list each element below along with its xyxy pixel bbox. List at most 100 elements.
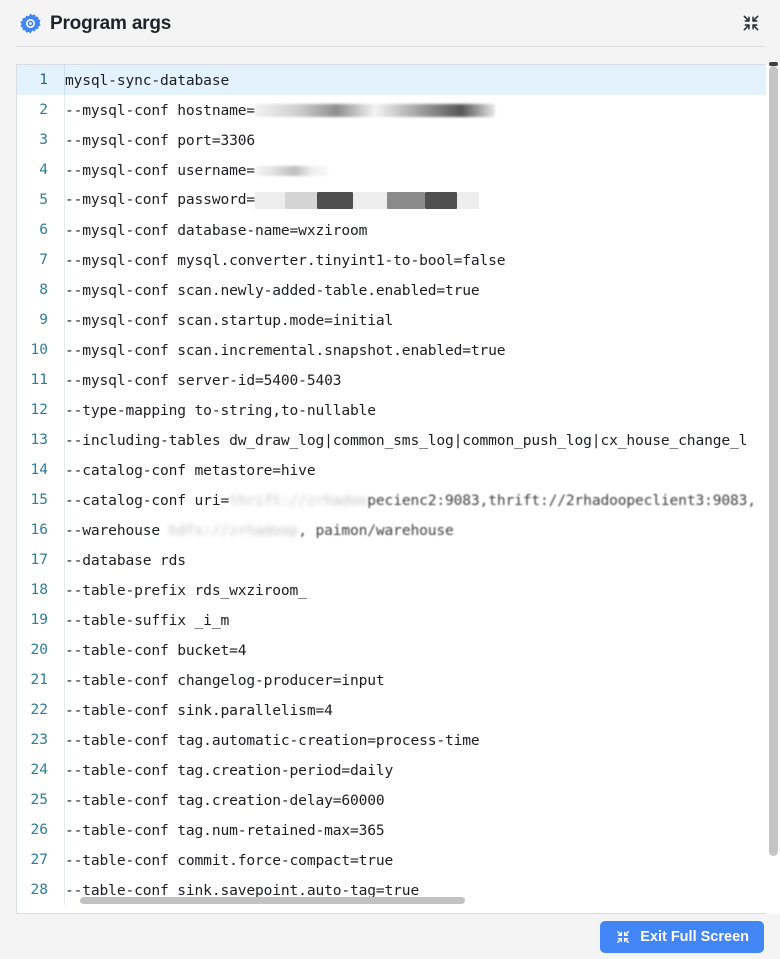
code-line[interactable]: 17 --database rds: [17, 545, 780, 575]
code-line-text: --table-conf bucket=4: [65, 641, 247, 659]
gutter-divider: [64, 875, 65, 905]
code-line-text: --type-mapping to-string,to-nullable: [65, 401, 376, 419]
gutter-divider: [64, 665, 65, 695]
gutter-divider: [64, 245, 65, 275]
code-line[interactable]: 12 --type-mapping to-string,to-nullable: [17, 395, 780, 425]
gutter-divider: [64, 185, 65, 215]
code-line[interactable]: 20 --table-conf bucket=4: [17, 635, 780, 665]
line-number: 10: [30, 342, 48, 358]
line-number: 28: [30, 882, 48, 898]
gutter-divider: [64, 125, 65, 155]
code-line[interactable]: 13 --including-tables dw_draw_log|common_…: [17, 425, 780, 455]
code-line-text: --table-prefix rds_wxziroom_: [65, 581, 307, 599]
gutter-divider: [64, 635, 65, 665]
line-number: 4: [39, 162, 48, 178]
dialog-header: Program args: [0, 0, 780, 46]
collapse-arrows-icon: [615, 929, 631, 945]
code-line[interactable]: 14 --catalog-conf metastore=hive: [17, 455, 780, 485]
line-number: 11: [30, 372, 48, 388]
line-number: 18: [30, 582, 48, 598]
code-line[interactable]: 27 --table-conf commit.force-compact=true: [17, 845, 780, 875]
code-line[interactable]: 9 --mysql-conf scan.startup.mode=initial: [17, 305, 780, 335]
line-number: 26: [30, 822, 48, 838]
line-number: 7: [39, 252, 48, 268]
gutter-divider: [64, 545, 65, 575]
code-line[interactable]: 3 --mysql-conf port=3306: [17, 125, 780, 155]
gutter-divider: [64, 215, 65, 245]
collapse-arrows-icon[interactable]: [738, 10, 764, 36]
vertical-scrollbar-cap: [769, 62, 778, 66]
gutter-divider: [64, 305, 65, 335]
redaction-blurred-text: hdfs://zrhadoop: [168, 521, 299, 539]
code-line-text: --mysql-conf scan.startup.mode=initial: [65, 311, 394, 329]
code-line-text: --including-tables dw_draw_log|common_sm…: [65, 431, 748, 449]
horizontal-scrollbar-thumb[interactable]: [80, 897, 465, 904]
code-line[interactable]: 7 --mysql-conf mysql.converter.tinyint1-t…: [17, 245, 780, 275]
gutter-divider: [64, 335, 65, 365]
code-line-text: --database rds: [65, 551, 186, 569]
code-line-text: --mysql-conf port=3306: [65, 131, 255, 149]
redaction-blurred-text: thrift://zrhadoo: [229, 491, 368, 509]
line-number: 12: [30, 402, 48, 418]
code-line-text: --table-conf tag.automatic-creation=proc…: [65, 731, 480, 749]
code-line-text: --mysql-conf server-id=5400-5403: [65, 371, 342, 389]
code-line[interactable]: 25 --table-conf tag.creation-delay=60000: [17, 785, 780, 815]
line-number: 6: [39, 222, 48, 238]
line-number: 14: [30, 462, 48, 478]
code-line-text: --mysql-conf hostname=: [57, 102, 495, 119]
code-line[interactable]: 24 --table-conf tag.creation-period=daily: [17, 755, 780, 785]
line-number: 19: [30, 612, 48, 628]
gutter-divider: [64, 455, 65, 485]
program-args-dialog: Program args 1 mysql-sync-database 2 --mysq…: [0, 0, 780, 959]
code-line[interactable]: 1 mysql-sync-database: [17, 65, 780, 95]
code-line-text: --table-conf sink.savepoint.auto-tag=tru…: [65, 881, 420, 899]
code-line[interactable]: 10 --mysql-conf scan.incremental.snapshot…: [17, 335, 780, 365]
redaction-block: [317, 191, 353, 209]
code-line-text: --warehouse hdfs://zrhadoop, paimon/ware…: [65, 521, 454, 539]
line-number: 20: [30, 642, 48, 658]
line-number: 27: [30, 852, 48, 868]
dialog-header-left: Program args: [20, 13, 171, 34]
gutter-divider: [64, 365, 65, 395]
code-line[interactable]: 8 --mysql-conf scan.newly-added-table.ena…: [17, 275, 780, 305]
code-editor-viewport[interactable]: 1 mysql-sync-database 2 --mysql-conf hostna…: [17, 65, 780, 913]
gutter-divider: [64, 845, 65, 875]
gutter-divider: [64, 65, 65, 95]
redaction-block: [353, 191, 387, 209]
code-line[interactable]: 2 --mysql-conf hostname=: [17, 95, 780, 125]
code-line-text: --table-conf changelog-producer=input: [65, 671, 385, 689]
code-line[interactable]: 15 --catalog-conf uri=thrift://zrhadoopec…: [17, 485, 780, 515]
gutter-divider: [64, 725, 65, 755]
gutter-divider: [64, 695, 65, 725]
line-number: 13: [30, 432, 48, 448]
code-line[interactable]: 26 --table-conf tag.num-retained-max=365: [17, 815, 780, 845]
code-line[interactable]: 18 --table-prefix rds_wxziroom_: [17, 575, 780, 605]
code-line-text: --table-conf tag.creation-delay=60000: [65, 791, 385, 809]
gutter-divider: [64, 275, 65, 305]
code-editor[interactable]: 1 mysql-sync-database 2 --mysql-conf hostna…: [16, 64, 780, 914]
code-line[interactable]: 16 --warehouse hdfs://zrhadoop, paimon/wa…: [17, 515, 780, 545]
code-line[interactable]: 19 --table-suffix _i_m: [17, 605, 780, 635]
code-line[interactable]: 23 --table-conf tag.automatic-creation=pr…: [17, 725, 780, 755]
code-line[interactable]: 11 --mysql-conf server-id=5400-5403: [17, 365, 780, 395]
line-number: 24: [30, 762, 48, 778]
gutter-divider: [64, 755, 65, 785]
code-line[interactable]: 22 --table-conf sink.parallelism=4: [17, 695, 780, 725]
redaction-block: [255, 104, 495, 117]
line-number: 23: [30, 732, 48, 748]
line-number: 17: [30, 552, 48, 568]
vertical-scrollbar-thumb[interactable]: [769, 66, 778, 856]
code-line[interactable]: 6 --mysql-conf database-name=wxziroom: [17, 215, 780, 245]
code-line[interactable]: 21 --table-conf changelog-producer=input: [17, 665, 780, 695]
redaction-block: [457, 191, 479, 209]
gutter-divider: [64, 395, 65, 425]
code-line-text: --mysql-conf database-name=wxziroom: [65, 221, 368, 239]
code-line[interactable]: 4 --mysql-conf username=: [17, 155, 780, 185]
line-number: 25: [30, 792, 48, 808]
code-line-text: --mysql-conf scan.incremental.snapshot.e…: [65, 341, 506, 359]
exit-full-screen-button[interactable]: Exit Full Screen: [600, 920, 764, 953]
code-line[interactable]: 5 --mysql-conf password=: [17, 185, 780, 215]
code-line-text: --catalog-conf metastore=hive: [65, 461, 316, 479]
gutter-divider: [64, 485, 65, 515]
code-line-text: --table-conf tag.creation-period=daily: [65, 761, 394, 779]
